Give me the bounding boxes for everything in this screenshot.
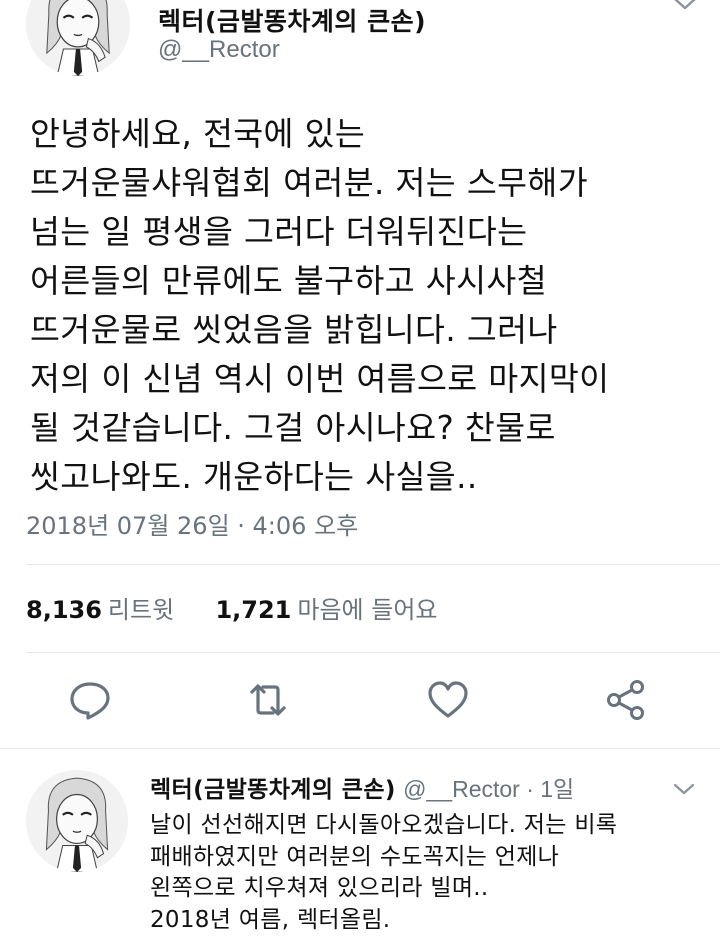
divider <box>26 564 720 565</box>
reply-text-line: 패배하였지만 여러분의 수도꼭지는 언제나 <box>150 843 560 870</box>
like-button[interactable] <box>426 678 470 722</box>
like-label: 마음에 들어요 <box>297 596 438 624</box>
tweet-text-line: 넘는 일 평생을 그러다 더워뒤진다는 <box>30 213 528 251</box>
retweet-count: 8,136 <box>26 596 102 624</box>
heart-icon <box>428 681 468 718</box>
reply-text-line: 2018년 여름, 렉터올림. <box>150 906 391 933</box>
chevron-down-icon[interactable] <box>670 780 698 800</box>
retweet-icon <box>250 684 286 716</box>
retweet-button[interactable] <box>246 678 290 722</box>
tweet-text-line: 어른들의 만류에도 불구하고 사시사철 <box>30 262 547 300</box>
author-avatar[interactable] <box>26 0 130 76</box>
tweet-text: 안녕하세요, 전국에 있는 뜨거운물샤워협회 여러분. 저는 스무해가 넘는 일… <box>30 110 710 502</box>
reply-text: 날이 선선해지면 다시돌아오겠습니다. 저는 비록 패배하였지만 여러분의 수도… <box>150 810 617 936</box>
reply-author-name[interactable]: 렉터(금발똥차계의 큰손) <box>150 777 396 803</box>
divider <box>26 652 720 653</box>
reply-meta[interactable]: @__Rector · 1일 <box>403 776 574 802</box>
author-handle[interactable]: @__Rector <box>158 36 280 64</box>
avatar-illustration <box>26 0 130 76</box>
retweet-stat[interactable]: 8,136 리트윗 <box>26 596 182 624</box>
tweet-timestamp: 2018년 07월 26일 · 4:06 오후 <box>26 512 359 540</box>
reply-text-line: 날이 선선해지면 다시돌아오겠습니다. 저는 비록 <box>150 812 618 838</box>
reply-author-avatar[interactable] <box>26 770 128 872</box>
tweet-text-line: 안녕하세요, 전국에 있는 <box>30 115 366 153</box>
share-button[interactable] <box>604 678 648 722</box>
avatar-illustration <box>26 770 128 872</box>
like-count: 1,721 <box>215 596 292 624</box>
divider <box>0 748 720 749</box>
like-stat[interactable]: 1,721 마음에 들어요 <box>215 596 437 624</box>
tweet-text-line: 뜨거운물샤워협회 여러분. 저는 스무해가 <box>30 164 589 202</box>
tweet-stats: 8,136 리트윗 1,721 마음에 들어요 <box>26 590 437 625</box>
reply-icon <box>70 682 110 720</box>
reply-header: 렉터(금발똥차계의 큰손) @__Rector · 1일 <box>150 770 574 804</box>
reply-text-line: 왼쪽으로 치우쳐져 있으리라 빌며.. <box>150 875 489 901</box>
retweet-label: 리트윗 <box>107 596 175 624</box>
share-icon <box>607 680 644 720</box>
chevron-down-icon[interactable] <box>670 0 700 16</box>
tweet-text-line: 될 것같습니다. 그걸 아시나요? 찬물로 <box>30 409 556 447</box>
tweet-text-line: 씻고나와도. 개운하다는 사실을.. <box>30 458 478 496</box>
reply-button[interactable] <box>68 678 112 722</box>
tweet-text-line: 저의 이 신념 역시 이번 여름으로 마지막이 <box>30 360 610 398</box>
author-name[interactable]: 렉터(금발똥차계의 큰손) <box>158 2 426 38</box>
tweet-text-line: 뜨거운물로 씻었음을 밝힙니다. 그러나 <box>30 311 558 349</box>
